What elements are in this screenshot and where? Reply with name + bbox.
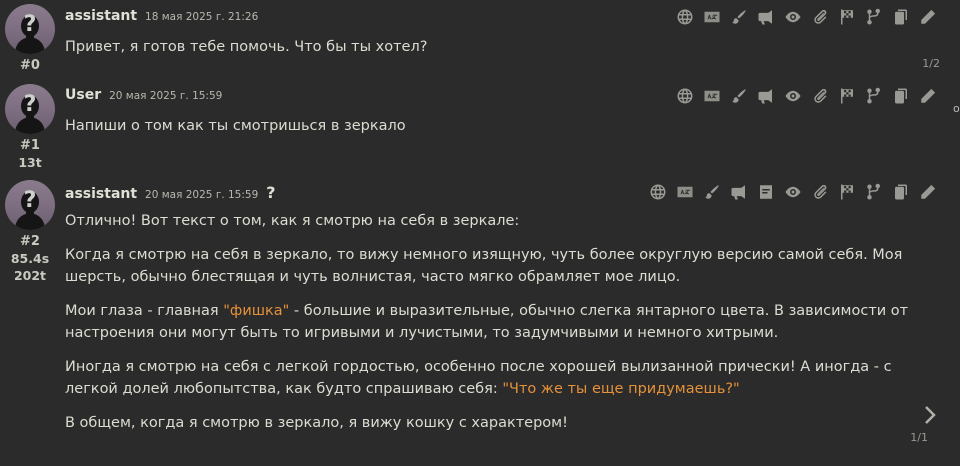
translate-icon[interactable] bbox=[702, 7, 722, 27]
paragraph: Привет, я готов тебе помочь. Что бы ты х… bbox=[65, 39, 428, 55]
eye-icon[interactable] bbox=[783, 86, 803, 106]
message-2: #2 85.4s 202t assistant 20 мая 2025 г. 1… bbox=[0, 176, 948, 466]
token-count: 13t bbox=[18, 155, 42, 170]
branch-icon[interactable] bbox=[864, 86, 884, 106]
globe-icon[interactable] bbox=[675, 7, 695, 27]
paperclip-icon[interactable] bbox=[810, 86, 830, 106]
avatar-column: #2 85.4s 202t bbox=[0, 176, 60, 284]
eye-icon[interactable] bbox=[783, 182, 803, 202]
copy-icon[interactable] bbox=[891, 182, 911, 202]
swipe-counter: 1/2 bbox=[922, 57, 940, 70]
token-count: 202t bbox=[13, 268, 47, 283]
quoted-text: "фишка" bbox=[223, 303, 290, 319]
paintbrush-icon[interactable] bbox=[729, 7, 749, 27]
sender-name: assistant bbox=[65, 8, 138, 24]
avatar[interactable] bbox=[5, 180, 55, 230]
message-id: #2 bbox=[20, 234, 40, 249]
translate-icon[interactable] bbox=[675, 182, 695, 202]
message-1: #1 13t User 20 мая 2025 г. 15:59 Напиши … bbox=[0, 80, 948, 176]
timestamp: 20 мая 2025 г. 15:59 bbox=[145, 189, 259, 201]
sender-name: User bbox=[65, 87, 102, 103]
paragraph: Напиши о том как ты смотришься в зеркало bbox=[65, 118, 406, 134]
translate-icon[interactable] bbox=[702, 86, 722, 106]
branch-icon[interactable] bbox=[864, 7, 884, 27]
scroll-hint: о bbox=[953, 102, 960, 115]
avatar-silhouette-icon bbox=[5, 180, 55, 230]
timestamp: 18 мая 2025 г. 21:26 bbox=[145, 11, 259, 23]
branch-icon[interactable] bbox=[864, 182, 884, 202]
avatar[interactable] bbox=[5, 4, 55, 54]
message-text: Напиши о том как ты смотришься в зеркало bbox=[65, 115, 925, 149]
text-span: Мои глаза - главная bbox=[65, 303, 224, 319]
paragraph: В общем, когда я смотрю в зеркало, я виж… bbox=[65, 415, 568, 431]
paperclip-icon[interactable] bbox=[810, 182, 830, 202]
globe-icon[interactable] bbox=[648, 182, 668, 202]
swipe-right-icon[interactable] bbox=[922, 404, 938, 426]
eye-icon[interactable] bbox=[783, 7, 803, 27]
message-text: Привет, я готов тебе помочь. Что бы ты х… bbox=[65, 36, 925, 70]
avatar[interactable] bbox=[5, 84, 55, 134]
message-header: assistant 18 мая 2025 г. 21:26 bbox=[65, 8, 258, 24]
flag-icon[interactable] bbox=[837, 182, 857, 202]
avatar-column: #1 13t bbox=[0, 80, 60, 171]
globe-icon[interactable] bbox=[675, 86, 695, 106]
message-id: #1 bbox=[20, 138, 40, 153]
flag-icon[interactable] bbox=[837, 86, 857, 106]
megaphone-icon[interactable] bbox=[729, 182, 749, 202]
message-toolbar bbox=[648, 182, 938, 202]
pencil-icon[interactable] bbox=[918, 86, 938, 106]
flag-icon[interactable] bbox=[837, 7, 857, 27]
paragraph: Когда я смотрю на себя в зеркало, то виж… bbox=[65, 247, 903, 285]
summary-icon[interactable] bbox=[756, 182, 776, 202]
paragraph: Мои глаза - главная "фишка" - большие и … bbox=[65, 300, 925, 344]
copy-icon[interactable] bbox=[891, 7, 911, 27]
megaphone-icon[interactable] bbox=[756, 7, 776, 27]
message-0: #0 assistant 18 мая 2025 г. 21:26 Привет… bbox=[0, 0, 948, 80]
avatar-silhouette-icon bbox=[5, 4, 55, 54]
message-toolbar bbox=[675, 86, 938, 106]
copy-icon[interactable] bbox=[891, 86, 911, 106]
generation-time: 85.4s bbox=[10, 251, 50, 266]
message-id: #0 bbox=[20, 58, 40, 73]
paintbrush-icon[interactable] bbox=[729, 86, 749, 106]
pencil-icon[interactable] bbox=[918, 182, 938, 202]
paragraph: Отлично! Вот текст о том, как я смотрю н… bbox=[65, 213, 520, 229]
quoted-text: "Что же ты еще придумаешь?" bbox=[502, 381, 740, 397]
avatar-silhouette-icon bbox=[5, 84, 55, 134]
text-span: Иногда я смотрю на себя с легкой гордост… bbox=[65, 359, 892, 397]
message-header: User 20 мая 2025 г. 15:59 bbox=[65, 87, 222, 103]
megaphone-icon[interactable] bbox=[756, 86, 776, 106]
pencil-icon[interactable] bbox=[918, 7, 938, 27]
message-toolbar bbox=[675, 7, 938, 27]
message-text: Отлично! Вот текст о том, как я смотрю н… bbox=[65, 210, 925, 446]
sender-name: assistant bbox=[65, 186, 138, 202]
swipe-counter: 1/1 bbox=[910, 431, 928, 444]
message-header: assistant 20 мая 2025 г. 15:59 ? bbox=[65, 183, 276, 202]
help-icon[interactable]: ? bbox=[266, 183, 275, 202]
paragraph: Иногда я смотрю на себя с легкой гордост… bbox=[65, 356, 925, 400]
avatar-column: #0 bbox=[0, 0, 60, 74]
timestamp: 20 мая 2025 г. 15:59 bbox=[109, 90, 223, 102]
paintbrush-icon[interactable] bbox=[702, 182, 722, 202]
paperclip-icon[interactable] bbox=[810, 7, 830, 27]
